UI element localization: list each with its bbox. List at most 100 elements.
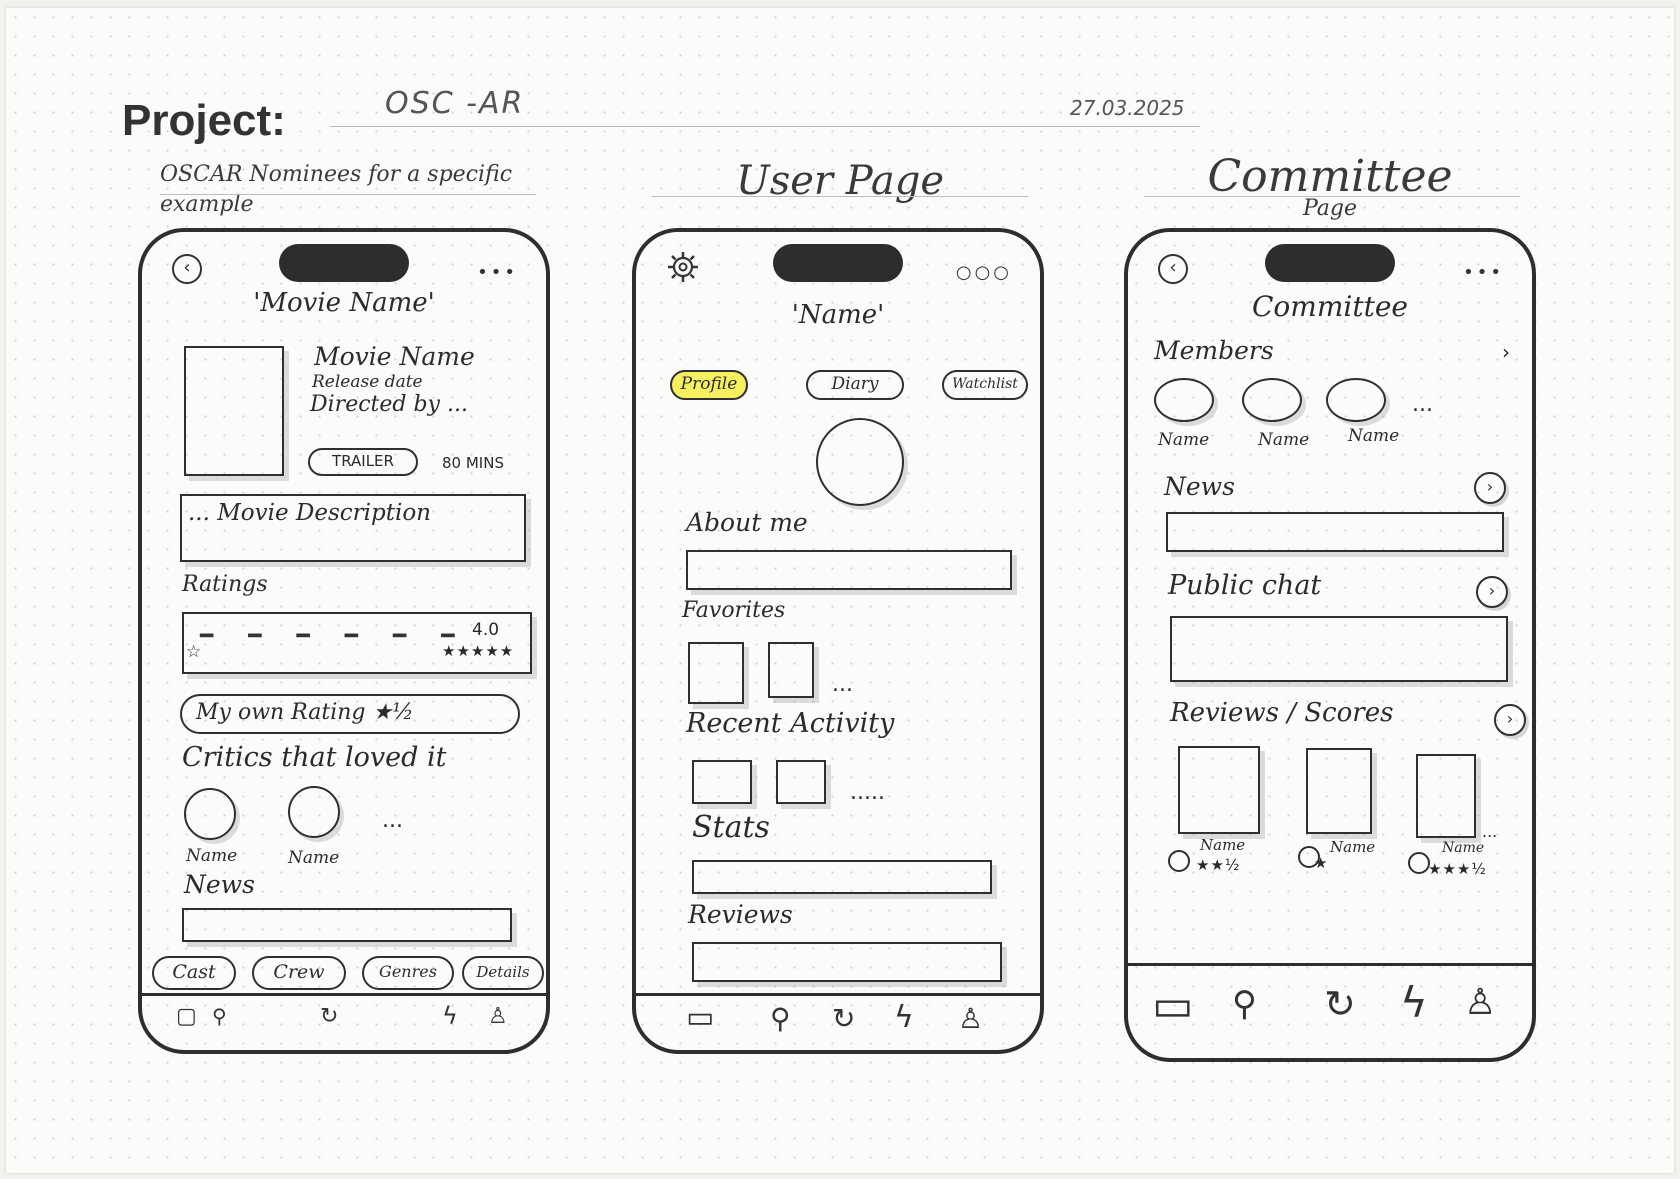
review-stars: ★★½ bbox=[1196, 856, 1241, 874]
movie-screen-caption: OSCAR Nominees for a specific example bbox=[160, 162, 513, 217]
movie-description: ... Movie Description bbox=[188, 500, 431, 526]
trailer-button[interactable]: TRAILER bbox=[308, 448, 418, 476]
member-name: Name bbox=[1348, 426, 1400, 446]
movie-screen-title: 'Movie Name' bbox=[253, 288, 435, 318]
critic-avatar[interactable] bbox=[288, 786, 340, 838]
avatar[interactable] bbox=[816, 418, 904, 506]
reviewer-name: Name bbox=[1200, 836, 1246, 854]
tab-diary[interactable]: Diary bbox=[806, 370, 904, 400]
about-box[interactable] bbox=[686, 550, 1012, 590]
phone-notch bbox=[773, 244, 903, 282]
back-icon[interactable]: ‹ bbox=[1158, 254, 1188, 284]
chevron-right-icon[interactable]: › bbox=[1502, 340, 1510, 364]
movie-name: Movie Name bbox=[314, 342, 475, 371]
profile-icon[interactable]: ♙ bbox=[958, 1002, 983, 1035]
stats-label: Stats bbox=[692, 810, 770, 845]
more-favorites[interactable]: ... bbox=[832, 672, 853, 697]
star-icon: ☆ bbox=[186, 642, 202, 662]
about-label: About me bbox=[686, 508, 808, 537]
reviews-box[interactable] bbox=[692, 942, 1002, 982]
review-stars: ★★★½ bbox=[1428, 860, 1487, 878]
lightning-icon[interactable]: ϟ bbox=[1400, 978, 1428, 1027]
activity-item[interactable] bbox=[776, 760, 826, 804]
phone-notch bbox=[279, 244, 409, 282]
refresh-icon[interactable]: ↻ bbox=[1324, 982, 1356, 1026]
project-date: 27.03.2025 bbox=[1070, 96, 1185, 120]
critic-name: Name bbox=[288, 848, 340, 868]
search-icon[interactable]: ⚲ bbox=[1232, 984, 1257, 1024]
user-phone: ○○○ 'Name' Profile Diary Watchlist About… bbox=[632, 228, 1044, 1054]
own-rating-button[interactable]: My own Rating ★½ bbox=[180, 694, 520, 734]
rating-stars: ★★★★★ bbox=[442, 642, 515, 660]
member-name: Name bbox=[1158, 430, 1210, 450]
duration: 80 MINS bbox=[442, 454, 504, 472]
bottom-nav: ▢ ⚲ ↻ ϟ ♙ bbox=[142, 993, 546, 1050]
bottom-nav: ▭ ⚲ ↻ ϟ ♙ bbox=[636, 993, 1040, 1050]
user-screen-title: 'Name' bbox=[791, 300, 885, 330]
committee-caption-main: Committee bbox=[1207, 151, 1453, 202]
favorite-item[interactable] bbox=[768, 642, 814, 698]
chevron-right-icon[interactable]: › bbox=[1476, 576, 1508, 608]
refresh-icon[interactable]: ↻ bbox=[832, 1002, 855, 1035]
refresh-icon[interactable]: ↻ bbox=[320, 1004, 338, 1029]
home-icon[interactable]: ▭ bbox=[1152, 980, 1194, 1031]
public-chat-box[interactable] bbox=[1170, 616, 1508, 682]
tab-genres[interactable]: Genres bbox=[362, 956, 454, 990]
public-chat-label: Public chat bbox=[1168, 570, 1322, 601]
member-avatar[interactable] bbox=[1326, 378, 1386, 422]
chevron-right-icon[interactable]: › bbox=[1494, 704, 1526, 736]
favorites-label: Favorites bbox=[682, 598, 786, 623]
project-underline bbox=[330, 126, 1200, 127]
caption-underline bbox=[160, 194, 536, 195]
reviewer-avatar[interactable] bbox=[1408, 852, 1430, 874]
favorite-item[interactable] bbox=[688, 642, 744, 704]
more-dots-icon[interactable]: ••• bbox=[477, 262, 518, 283]
news-box[interactable] bbox=[182, 908, 512, 942]
more-critics[interactable]: ... bbox=[382, 808, 403, 833]
search-icon[interactable]: ⚲ bbox=[770, 1002, 791, 1035]
caption-underline bbox=[652, 196, 1028, 197]
more-members[interactable]: ... bbox=[1412, 392, 1433, 417]
review-poster[interactable] bbox=[1178, 746, 1260, 834]
lightning-icon[interactable]: ϟ bbox=[442, 1002, 458, 1030]
review-poster[interactable] bbox=[1416, 754, 1476, 838]
more-dots-icon[interactable]: ••• bbox=[1463, 262, 1504, 283]
reviewer-avatar[interactable] bbox=[1168, 850, 1190, 872]
tab-watchlist[interactable]: Watchlist bbox=[942, 370, 1028, 400]
member-name: Name bbox=[1258, 430, 1310, 450]
review-stars: ★ bbox=[1314, 854, 1329, 872]
tab-cast[interactable]: Cast bbox=[152, 956, 236, 990]
more-dots-icon[interactable]: ○○○ bbox=[956, 262, 1012, 283]
committee-screen-title: Committee bbox=[1252, 290, 1408, 323]
gear-icon[interactable] bbox=[666, 250, 700, 284]
more-activity[interactable]: ..... bbox=[850, 780, 885, 805]
members-label: Members bbox=[1154, 336, 1274, 365]
critic-avatar[interactable] bbox=[184, 788, 236, 840]
bottom-nav: ▭ ⚲ ↻ ϟ ♙ bbox=[1128, 963, 1532, 1058]
reviewer-name: Name bbox=[1442, 840, 1485, 856]
caption-underline bbox=[1144, 196, 1520, 197]
search-icon[interactable]: ⚲ bbox=[212, 1004, 227, 1028]
home-icon[interactable]: ▢ bbox=[176, 1004, 197, 1029]
home-icon[interactable]: ▭ bbox=[686, 1000, 714, 1035]
back-icon[interactable]: ‹ bbox=[172, 254, 202, 284]
chevron-right-icon[interactable]: › bbox=[1474, 472, 1506, 504]
news-label: News bbox=[184, 870, 255, 899]
news-box[interactable] bbox=[1166, 512, 1504, 552]
tab-crew[interactable]: Crew bbox=[252, 956, 346, 990]
member-avatar[interactable] bbox=[1154, 378, 1214, 422]
more-reviews[interactable]: ... bbox=[1482, 822, 1497, 841]
lightning-icon[interactable]: ϟ bbox=[894, 1000, 914, 1035]
activity-item[interactable] bbox=[692, 760, 752, 804]
committee-screen-caption: Committee Page bbox=[1140, 155, 1520, 220]
ratings-label: Ratings bbox=[182, 572, 268, 597]
profile-icon[interactable]: ♙ bbox=[488, 1004, 508, 1029]
member-avatar[interactable] bbox=[1242, 378, 1302, 422]
stats-box[interactable] bbox=[692, 860, 992, 894]
tab-details[interactable]: Details bbox=[462, 956, 544, 990]
project-label: Project: bbox=[122, 96, 286, 145]
review-poster[interactable] bbox=[1306, 748, 1372, 834]
profile-icon[interactable]: ♙ bbox=[1464, 982, 1496, 1023]
project-name: OSC -AR bbox=[385, 86, 525, 121]
tab-profile[interactable]: Profile bbox=[670, 370, 748, 400]
